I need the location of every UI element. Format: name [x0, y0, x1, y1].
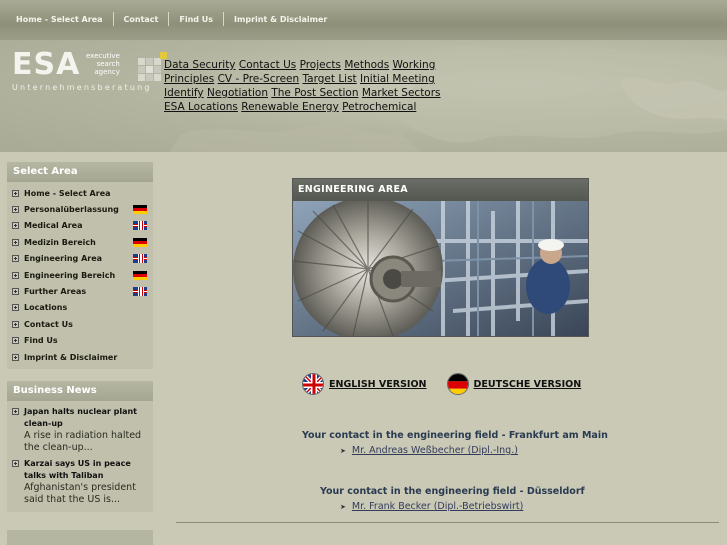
uk-flag-icon	[133, 254, 147, 264]
header-link-negotiation[interactable]: Negotiation	[207, 87, 268, 99]
expand-icon	[12, 460, 19, 468]
contact-person: ➤ Mr. Frank Becker (Dipl.-Betriebswirt)	[320, 501, 727, 512]
contact-heading: Your contact in the engineering field - …	[320, 486, 585, 497]
topnav-contact-link[interactable]: Contact	[114, 15, 169, 24]
german-version[interactable]: DEUTSCHE VERSION	[446, 373, 582, 395]
german-flag-icon	[133, 270, 147, 280]
business-news: Business News Japan halts nuclear plant …	[7, 381, 153, 513]
expand-icon	[12, 206, 19, 214]
header-links: Data Security Contact Us Projects Method…	[164, 58, 444, 114]
expand-icon	[12, 304, 19, 312]
arrow-icon: ➤	[340, 447, 346, 455]
news-item[interactable]: Karzai says US in peace talks with Talib…	[7, 456, 153, 508]
main-content: ENGINEERING AREA ENGLISH VERSION DEUTSCH…	[160, 160, 727, 545]
contact-person-link[interactable]: Mr. Frank Becker (Dipl.-Betriebswirt)	[352, 501, 523, 512]
logo[interactable]: ESA executive search agency Unternehmens…	[12, 47, 167, 92]
news-headline[interactable]: Japan halts nuclear plant clean-up	[24, 406, 148, 430]
logo-tagline: executive search agency	[86, 52, 120, 76]
language-selector: ENGLISH VERSION DEUTSCHE VERSION	[302, 373, 601, 395]
expand-icon	[12, 353, 19, 361]
sidebar-title: Select Area	[7, 162, 153, 182]
engineering-banner: ENGINEERING AREA	[292, 178, 589, 337]
sidebar-item-medical-area[interactable]: Medical Area	[7, 218, 153, 234]
header-link-identify[interactable]: Identify	[164, 87, 204, 99]
sidebar-item-contact-us[interactable]: Contact Us	[7, 316, 153, 332]
sidebar-item-further-areas[interactable]: Further Areas	[7, 283, 153, 299]
topnav-findus-link[interactable]: Find Us	[169, 15, 223, 24]
divider	[176, 522, 719, 523]
header-link-cv-prescreen[interactable]: CV - Pre-Screen	[218, 73, 300, 85]
german-flag-icon	[446, 373, 469, 395]
expand-icon	[12, 271, 19, 279]
header-link-esa-locations[interactable]: ESA Locations	[164, 101, 238, 113]
top-nav-bar: Home - Select Area Contact Find Us Impri…	[0, 0, 727, 40]
news-item[interactable]: Japan halts nuclear plant clean-up A ris…	[7, 404, 153, 456]
sidebar-menu: Home - Select Area Personalüberlassung M…	[7, 182, 153, 370]
news-title: Business News	[7, 381, 153, 402]
news-headline[interactable]: Karzai says US in peace talks with Talib…	[24, 458, 148, 482]
logo-text: ESA	[12, 47, 81, 82]
contact-frankfurt: Your contact in the engineering field - …	[302, 430, 727, 456]
sidebar-item-medizin-bereich[interactable]: Medizin Bereich	[7, 234, 153, 250]
topnav-home-link[interactable]: Home - Select Area	[6, 15, 113, 24]
expand-icon	[12, 408, 19, 416]
sidebar-item-personalueberlassung[interactable]: Personalüberlassung	[7, 201, 153, 217]
news-excerpt: A rise in radiation halted the clean-up.…	[24, 430, 142, 454]
sidebar-item-engineering-area[interactable]: Engineering Area	[7, 251, 153, 267]
english-version-link[interactable]: ENGLISH VERSION	[329, 379, 427, 390]
banner-title: ENGINEERING AREA	[293, 179, 588, 201]
news-list: Japan halts nuclear plant clean-up A ris…	[7, 401, 153, 513]
contact-heading: Your contact in the engineering field - …	[302, 430, 608, 441]
engineering-image	[293, 201, 588, 336]
sidebar-item-locations[interactable]: Locations	[7, 300, 153, 316]
expand-icon	[12, 255, 19, 263]
header-link-petrochemical[interactable]: Petrochemical	[342, 101, 416, 113]
contact-person: ➤ Mr. Andreas Weßbecher (Dipl.-Ing.)	[302, 445, 727, 456]
header-link-target-list[interactable]: Target List	[303, 73, 357, 85]
german-flag-icon	[133, 237, 147, 247]
uk-flag-icon	[133, 287, 147, 297]
german-flag-icon	[133, 205, 147, 215]
expand-icon	[12, 320, 19, 328]
expand-icon	[12, 337, 19, 345]
contact-duesseldorf: Your contact in the engineering field - …	[320, 486, 727, 512]
expand-icon	[12, 238, 19, 246]
header-link-contact-us[interactable]: Contact Us	[239, 59, 296, 71]
header-link-post-section[interactable]: The Post Section	[271, 87, 358, 99]
header-link-market-sectors[interactable]: Market Sectors	[362, 87, 441, 99]
header-link-projects[interactable]: Projects	[300, 59, 341, 71]
english-version[interactable]: ENGLISH VERSION	[302, 373, 427, 395]
header-link-initial-meeting[interactable]: Initial Meeting	[360, 73, 435, 85]
uk-flag-icon	[302, 373, 324, 395]
expand-icon	[12, 288, 19, 296]
german-version-link[interactable]: DEUTSCHE VERSION	[474, 379, 582, 390]
sidebar-item-home[interactable]: Home - Select Area	[7, 185, 153, 201]
header-link-renewable-energy[interactable]: Renewable Energy	[241, 101, 339, 113]
contact-person-link[interactable]: Mr. Andreas Weßbecher (Dipl.-Ing.)	[352, 445, 518, 456]
sidebar-item-find-us[interactable]: Find Us	[7, 333, 153, 349]
logo-subtitle: Unternehmensberatung	[12, 83, 152, 92]
sidebar: Select Area Home - Select Area Personalü…	[7, 162, 153, 545]
header: ESA executive search agency Unternehmens…	[0, 40, 727, 152]
arrow-icon: ➤	[340, 503, 346, 511]
sidebar-item-imprint[interactable]: Imprint & Disclaimer	[7, 349, 153, 365]
topnav-imprint-link[interactable]: Imprint & Disclaimer	[224, 15, 337, 24]
expand-icon	[12, 222, 19, 230]
sidebar-item-engineering-bereich[interactable]: Engineering Bereich	[7, 267, 153, 283]
news-excerpt: Afghanistan's president said that the US…	[24, 482, 136, 506]
header-link-methods[interactable]: Methods	[344, 59, 389, 71]
sidebar-box	[7, 530, 153, 545]
header-link-data-security[interactable]: Data Security	[164, 59, 236, 71]
uk-flag-icon	[133, 221, 147, 231]
expand-icon	[12, 189, 19, 197]
top-nav: Home - Select Area Contact Find Us Impri…	[6, 12, 337, 26]
